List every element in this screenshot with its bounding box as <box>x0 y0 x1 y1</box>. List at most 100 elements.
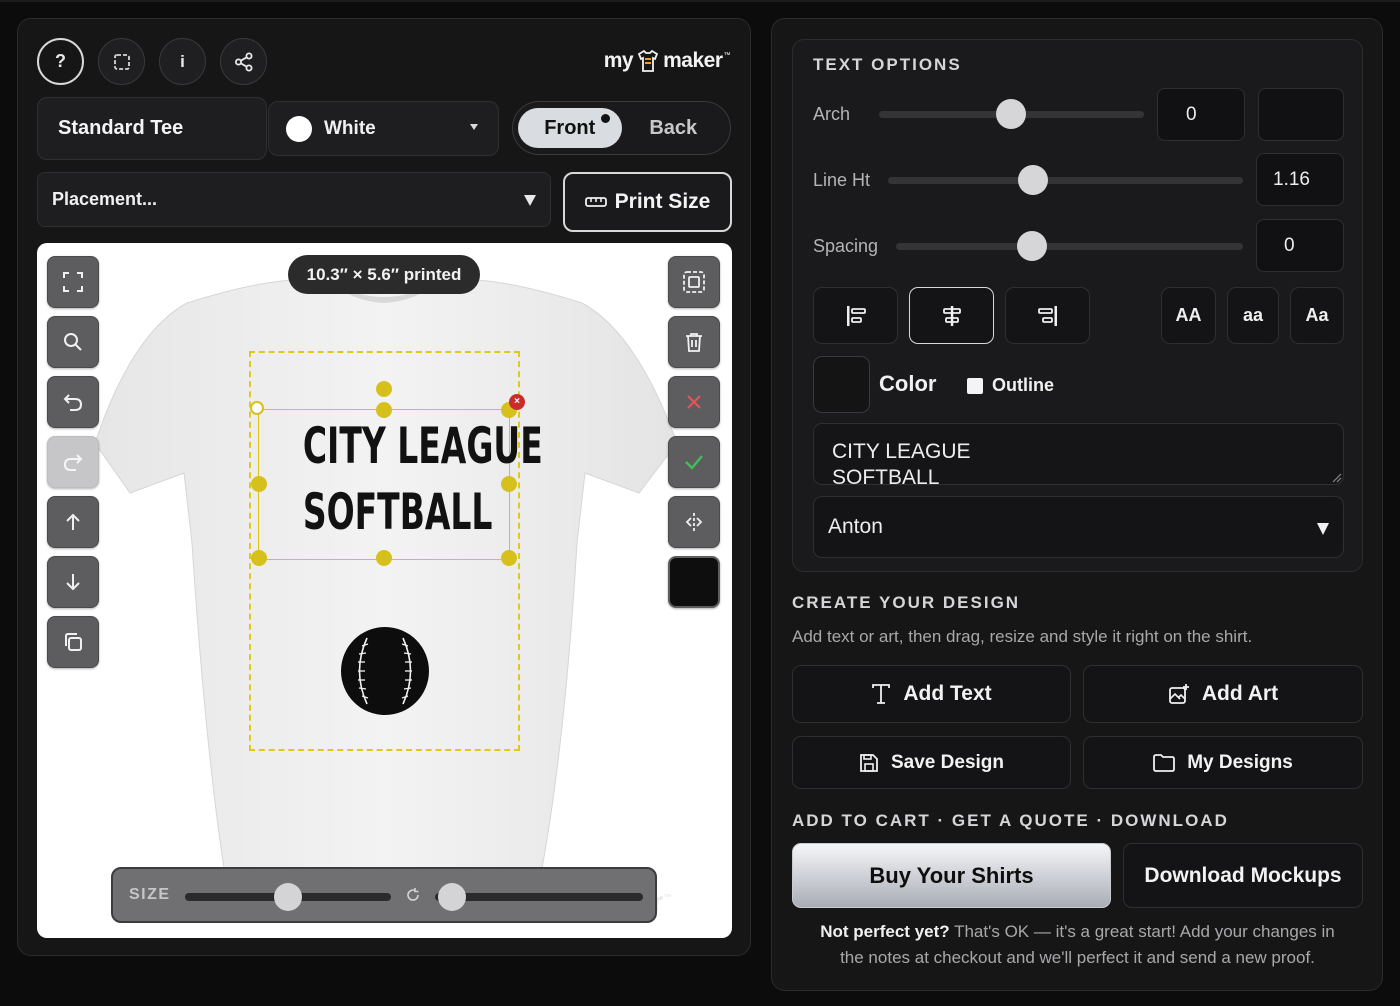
brand-logo: my maker ™ <box>603 49 731 72</box>
resize-handle[interactable] <box>250 401 264 415</box>
rotate-slider-thumb[interactable] <box>437 883 466 911</box>
duplicate-button[interactable] <box>47 616 99 668</box>
design-panel: ? i my maker ™ Standard Tee White Front … <box>17 18 751 956</box>
add-art-button[interactable]: Add Art <box>1083 665 1363 723</box>
active-dot-icon <box>600 114 610 123</box>
arrow-down-icon <box>66 574 80 591</box>
spacing-input[interactable]: 0 <box>1256 219 1344 272</box>
titlecase-button[interactable]: Aa <box>1290 287 1344 344</box>
resize-grip-icon <box>1332 473 1342 483</box>
print-size-label: Print Size <box>614 190 711 213</box>
dashed-square-icon <box>113 53 130 70</box>
font-name: Anton <box>828 515 883 538</box>
line-height-input[interactable]: 1.16 <box>1256 153 1344 206</box>
folder-icon <box>1153 753 1176 772</box>
lowercase-button[interactable]: aa <box>1227 287 1279 344</box>
placement-select[interactable]: Placement... <box>37 172 551 227</box>
send-backward-button[interactable] <box>47 556 99 608</box>
share-button[interactable] <box>220 38 267 85</box>
text-input[interactable]: CITY LEAGUE SOFTBALL <box>813 423 1344 485</box>
align-left-icon <box>846 305 866 326</box>
design-canvas[interactable]: 10.3″ × 5.6″ printed × CITY SOFTBALL ™ S… <box>37 243 732 938</box>
canvas-tools-right <box>668 256 720 608</box>
font-select[interactable]: Anton <box>813 496 1344 558</box>
add-image-icon <box>1168 684 1189 704</box>
expand-icon <box>63 272 83 292</box>
trash-icon <box>686 333 702 352</box>
info-button[interactable]: i <box>159 38 206 85</box>
create-design-title: CREATE YOUR DESIGN <box>792 593 1021 612</box>
text-color-swatch-button[interactable] <box>668 556 720 608</box>
print-size-button[interactable]: Print Size <box>563 172 732 232</box>
color-swatch <box>286 115 312 142</box>
outline-label: Outline <box>992 375 1054 395</box>
shirt-logo-icon <box>637 49 659 72</box>
line-height-slider-track[interactable] <box>888 177 1243 184</box>
uppercase-button[interactable]: AA <box>1161 287 1216 344</box>
outline-checkbox[interactable] <box>967 377 983 394</box>
spacing-slider-thumb[interactable] <box>1017 231 1047 261</box>
color-label: Color <box>879 371 937 396</box>
close-icon <box>687 395 701 409</box>
resize-handle[interactable] <box>501 476 517 492</box>
chevron-down-icon <box>470 124 478 130</box>
size-slider-thumb[interactable] <box>274 883 302 911</box>
rotate-handle[interactable] <box>376 381 392 397</box>
arch-slider-thumb[interactable] <box>996 99 1026 129</box>
buy-shirts-button[interactable]: Buy Your Shirts <box>792 843 1111 908</box>
zoom-button[interactable] <box>47 316 99 368</box>
print-dimensions-badge: 10.3″ × 5.6″ printed <box>288 255 480 294</box>
back-side-button[interactable]: Back <box>622 108 726 148</box>
line-height-slider-thumb[interactable] <box>1018 165 1048 195</box>
fullscreen-button[interactable] <box>98 38 145 85</box>
add-text-button[interactable]: Add Text <box>792 665 1071 723</box>
canvas-tools-left <box>47 256 99 668</box>
redo-button[interactable] <box>47 436 99 488</box>
arch-label: Arch <box>813 104 851 124</box>
resize-handle[interactable] <box>251 550 267 566</box>
rotate-slider-track[interactable] <box>435 893 643 901</box>
align-right-button[interactable] <box>1005 287 1090 344</box>
undo-button[interactable] <box>47 376 99 428</box>
download-mockups-button[interactable]: Download Mockups <box>1123 843 1363 908</box>
remove-handle-icon[interactable]: × <box>509 394 525 410</box>
bring-forward-button[interactable] <box>47 496 99 548</box>
save-design-button[interactable]: Save Design <box>792 736 1071 789</box>
softball-graphic[interactable] <box>340 626 430 716</box>
top-toolbar: ? i <box>37 38 267 85</box>
confirm-edit-button[interactable] <box>668 436 720 488</box>
shirt-color-select[interactable]: White <box>268 101 499 156</box>
outline-toggle[interactable]: Outline <box>967 375 1054 396</box>
align-center-button[interactable] <box>909 287 994 344</box>
side-toggle: Front Back <box>512 101 731 155</box>
arch-extra-input[interactable] <box>1258 88 1344 141</box>
cancel-edit-button[interactable] <box>668 376 720 428</box>
help-button[interactable]: ? <box>37 38 84 85</box>
select-all-button[interactable] <box>668 256 720 308</box>
front-side-button[interactable]: Front <box>518 108 622 148</box>
text-icon <box>872 684 891 704</box>
delete-button[interactable] <box>668 316 720 368</box>
proof-note: Not perfect yet? That's OK — it's a grea… <box>792 919 1363 971</box>
ruler-icon <box>584 197 607 207</box>
align-left-button[interactable] <box>813 287 898 344</box>
fit-view-button[interactable] <box>47 256 99 308</box>
product-name: Standard Tee <box>58 117 184 139</box>
search-icon <box>64 333 82 351</box>
my-designs-button[interactable]: My Designs <box>1083 736 1363 789</box>
proof-note-line1: That's OK — it's a great start! Add your… <box>954 922 1335 941</box>
copy-icon <box>65 633 82 651</box>
spacing-slider-track[interactable] <box>896 243 1243 250</box>
product-selector[interactable]: Standard Tee <box>37 97 267 160</box>
text-color-picker[interactable] <box>813 356 870 413</box>
resize-handle[interactable] <box>376 550 392 566</box>
redo-icon <box>63 454 83 471</box>
arch-value-input[interactable]: 0 <box>1157 88 1245 141</box>
resize-handle[interactable] <box>251 476 267 492</box>
top-edge <box>0 0 1400 2</box>
line-height-label: Line Ht <box>813 170 871 190</box>
resize-handle[interactable] <box>501 550 517 566</box>
design-text[interactable]: CITY LEAGUE SOFTBALL <box>303 413 543 545</box>
center-horizontal-button[interactable] <box>668 496 720 548</box>
placement-label: Placement... <box>52 189 158 209</box>
